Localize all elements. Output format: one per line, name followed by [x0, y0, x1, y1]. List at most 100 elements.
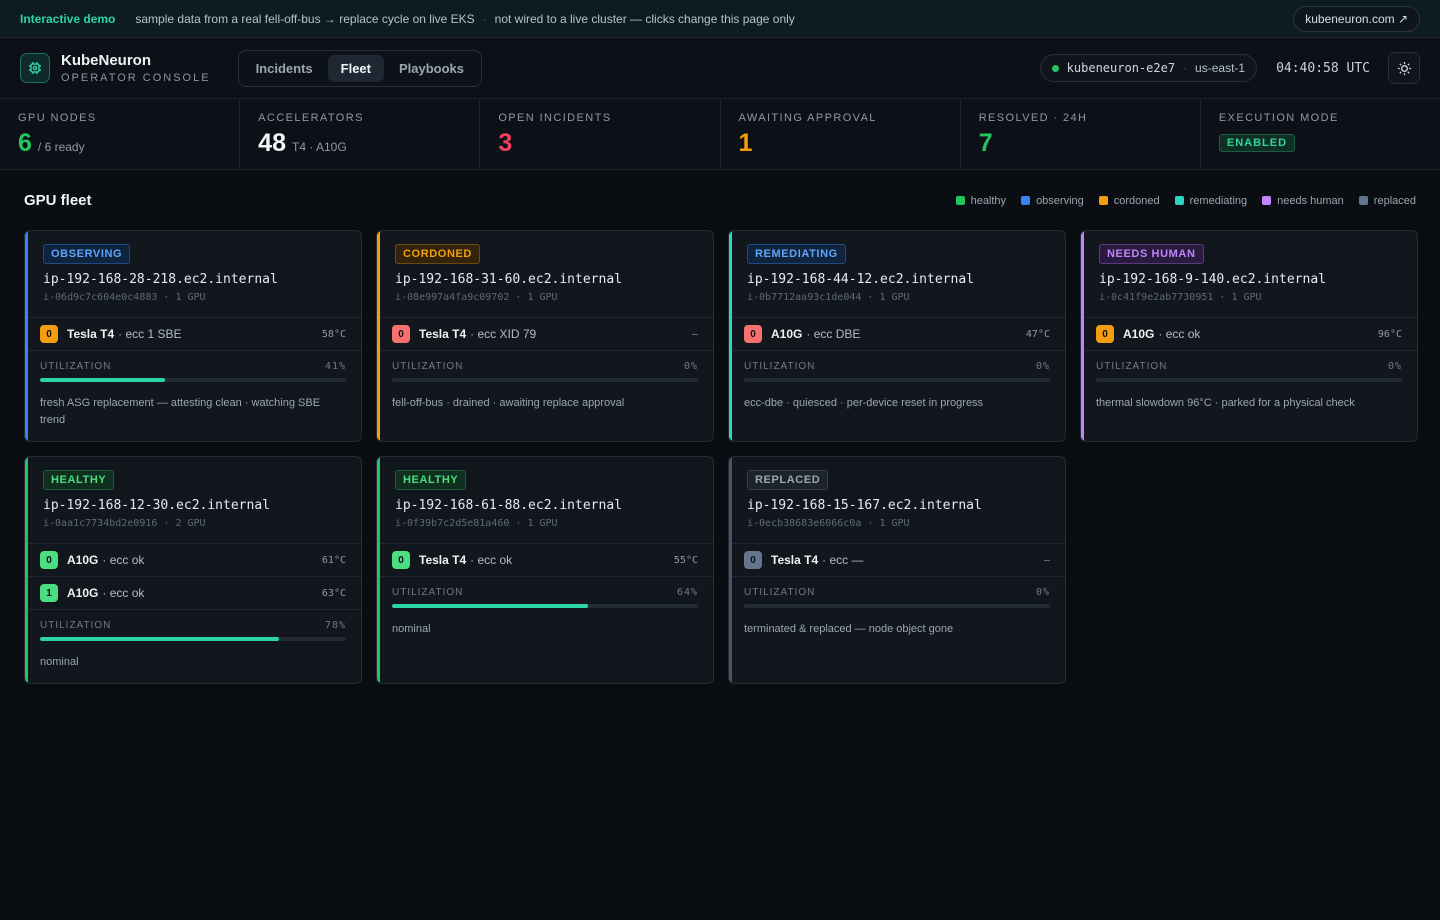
demo-banner: Interactive demo sample data from a real… [0, 0, 1440, 38]
legend-swatch [1358, 196, 1368, 205]
stat-card: ACCELERATORS 48 T4 · A10G [240, 99, 481, 169]
cluster-status-dot [1051, 64, 1059, 72]
gpu-ecc-status: · ecc DBE [806, 327, 861, 341]
node-hostname: ip-192-168-31-60.ec2.internal [395, 272, 622, 287]
legend-swatch [1174, 196, 1184, 205]
utilization-section: UTILIZATION 78% [25, 610, 361, 641]
node-hostname: ip-192-168-44-12.ec2.internal [747, 272, 974, 287]
gpu-row[interactable]: 0 Tesla T4 · ecc XID 79 – [377, 318, 713, 351]
legend-label: observing [1036, 194, 1084, 207]
utilization-value: 0% [1387, 361, 1402, 372]
gpu-index-badge: 0 [1096, 325, 1114, 343]
legend-item: healthy [955, 195, 1006, 207]
utilization-header: UTILIZATION 78% [40, 620, 346, 631]
node-card[interactable]: REPLACED ip-192-168-15-167.ec2.internal i-… [728, 456, 1066, 684]
node-card[interactable]: HEALTHY ip-192-168-61-88.ec2.internal i-0f… [376, 456, 714, 684]
gpu-ecc-status: · ecc — [822, 553, 864, 567]
tab-fleet[interactable]: Fleet [327, 54, 384, 82]
utilization-label: UTILIZATION [40, 620, 112, 631]
demo-tag: Interactive demo [20, 11, 116, 26]
utilization-section: UTILIZATION 0% [729, 577, 1065, 608]
utilization-value: 78% [324, 620, 346, 631]
brand-subtitle: OPERATOR CONSOLE [61, 72, 211, 84]
node-instance-id: i-08e997a4fa9c09702 · 1 GPU [395, 292, 558, 303]
status-badge: CORDONED [395, 244, 480, 264]
node-card[interactable]: NEEDS HUMAN ip-192-168-9-140.ec2.internal… [1080, 230, 1418, 442]
utilization-label: UTILIZATION [1096, 361, 1168, 372]
utilization-label: UTILIZATION [392, 361, 464, 372]
status-badge: HEALTHY [395, 470, 467, 490]
tab-incidents[interactable]: Incidents [243, 55, 326, 82]
gpu-row[interactable]: 0 A10G · ecc ok 61°C [25, 544, 361, 577]
legend-label: cordoned [1113, 194, 1160, 207]
banner-message-data: sample data from a real fell-off-bus → r… [135, 11, 475, 26]
gpu-row[interactable]: 1 A10G · ecc ok 63°C [25, 577, 361, 610]
theme-toggle-button[interactable] [1388, 52, 1420, 84]
stat-card: OPEN INCIDENTS 3 [480, 99, 721, 169]
stat-value-row: 6 / 6 ready [18, 129, 221, 158]
node-card[interactable]: REMEDIATING ip-192-168-44-12.ec2.internal… [728, 230, 1066, 442]
utilization-label: UTILIZATION [744, 361, 816, 372]
stat-label: GPU NODES [18, 112, 97, 124]
status-legend: healthy observing cordoned remediating needs… [955, 194, 1416, 207]
gpu-index-badge: 0 [744, 551, 762, 569]
gpu-row[interactable]: 0 Tesla T4 · ecc — – [729, 544, 1065, 577]
gpu-model: Tesla T4 [67, 327, 115, 341]
status-badge: HEALTHY [43, 470, 115, 490]
utilization-header: UTILIZATION 0% [744, 361, 1050, 372]
utilization-header: UTILIZATION 0% [392, 361, 698, 372]
legend-item: cordoned [1098, 194, 1160, 207]
stat-value: 7 [978, 129, 993, 157]
node-instance-id: i-0f39b7c2d5e81a460 · 1 GPU [395, 518, 558, 529]
gpu-row[interactable]: 0 Tesla T4 · ecc ok 55°C [377, 544, 713, 577]
legend-label: replaced [1373, 194, 1416, 207]
app-header: KubeNeuron OPERATOR CONSOLE Incidents Fl… [0, 38, 1440, 99]
stat-card: AWAITING APPROVAL 1 [721, 99, 961, 169]
gpu-model: A10G [1123, 327, 1155, 341]
node-card[interactable]: HEALTHY ip-192-168-12-30.ec2.internal i-0a… [24, 456, 362, 684]
utilization-header: UTILIZATION 0% [744, 587, 1050, 598]
node-note: thermal slowdown 96°C · parked for a phy… [1096, 397, 1355, 409]
utc-clock: 04:40:58 UTC [1276, 60, 1370, 76]
utilization-header: UTILIZATION 0% [1096, 361, 1402, 372]
node-card-header: CORDONED ip-192-168-31-60.ec2.internal i-0… [377, 231, 713, 318]
utilization-section: UTILIZATION 0% [729, 351, 1065, 382]
status-accent-bar [25, 231, 28, 441]
gpu-ecc-status: · ecc XID 79 [470, 327, 537, 341]
cluster-selector[interactable]: kubeneuron-e2e7 · us-east-1 [1039, 54, 1258, 82]
node-instance-id: i-0ecb38683e6066c0a · 1 GPU [747, 518, 910, 529]
node-note: fell-off-bus · drained · awaiting replac… [392, 397, 625, 409]
gpu-row[interactable]: 0 Tesla T4 · ecc 1 SBE 58°C [25, 318, 361, 351]
gpu-ecc-status: · ecc ok [102, 553, 145, 567]
gpu-row[interactable]: 0 A10G · ecc ok 96°C [1081, 318, 1417, 351]
site-link[interactable]: kubeneuron.com ↗ [1293, 5, 1420, 32]
node-card[interactable]: OBSERVING ip-192-168-28-218.ec2.internal i… [24, 230, 362, 442]
stat-label: AWAITING APPROVAL [738, 112, 877, 124]
stat-value: 3 [498, 129, 513, 157]
execution-mode-badge[interactable]: ENABLED [1218, 134, 1296, 152]
utilization-value: 0% [683, 361, 698, 372]
legend-label: needs human [1277, 194, 1344, 207]
brand-name: KubeNeuron [61, 52, 151, 69]
gpu-index-badge: 0 [40, 551, 58, 569]
fleet-grid: OBSERVING ip-192-168-28-218.ec2.internal i… [24, 230, 1418, 684]
main-nav: Incidents Fleet Playbooks [237, 49, 483, 87]
stat-subvalue: / 6 ready [37, 140, 85, 154]
status-badge: REPLACED [747, 470, 829, 490]
stat-value: 48 [258, 129, 286, 157]
tab-playbooks[interactable]: Playbooks [386, 55, 477, 82]
status-badge: NEEDS HUMAN [1099, 244, 1204, 264]
node-card-header: NEEDS HUMAN ip-192-168-9-140.ec2.internal… [1081, 231, 1417, 318]
node-card[interactable]: CORDONED ip-192-168-31-60.ec2.internal i-0… [376, 230, 714, 442]
utilization-section: UTILIZATION 41% [25, 351, 361, 382]
legend-item: replaced [1358, 194, 1416, 207]
stat-value-row: 7 [979, 129, 1182, 158]
fleet-title: GPU fleet [24, 192, 92, 209]
gpu-row[interactable]: 0 A10G · ecc DBE 47°C [729, 318, 1065, 351]
stat-label: EXECUTION MODE [1218, 112, 1339, 124]
stat-label: RESOLVED · 24H [978, 112, 1088, 124]
node-note: terminated & replaced — node object gone [744, 623, 954, 635]
gpu-ecc-status: · ecc ok [102, 586, 145, 600]
node-hostname: ip-192-168-9-140.ec2.internal [1099, 272, 1326, 287]
node-note: nominal [392, 623, 431, 635]
